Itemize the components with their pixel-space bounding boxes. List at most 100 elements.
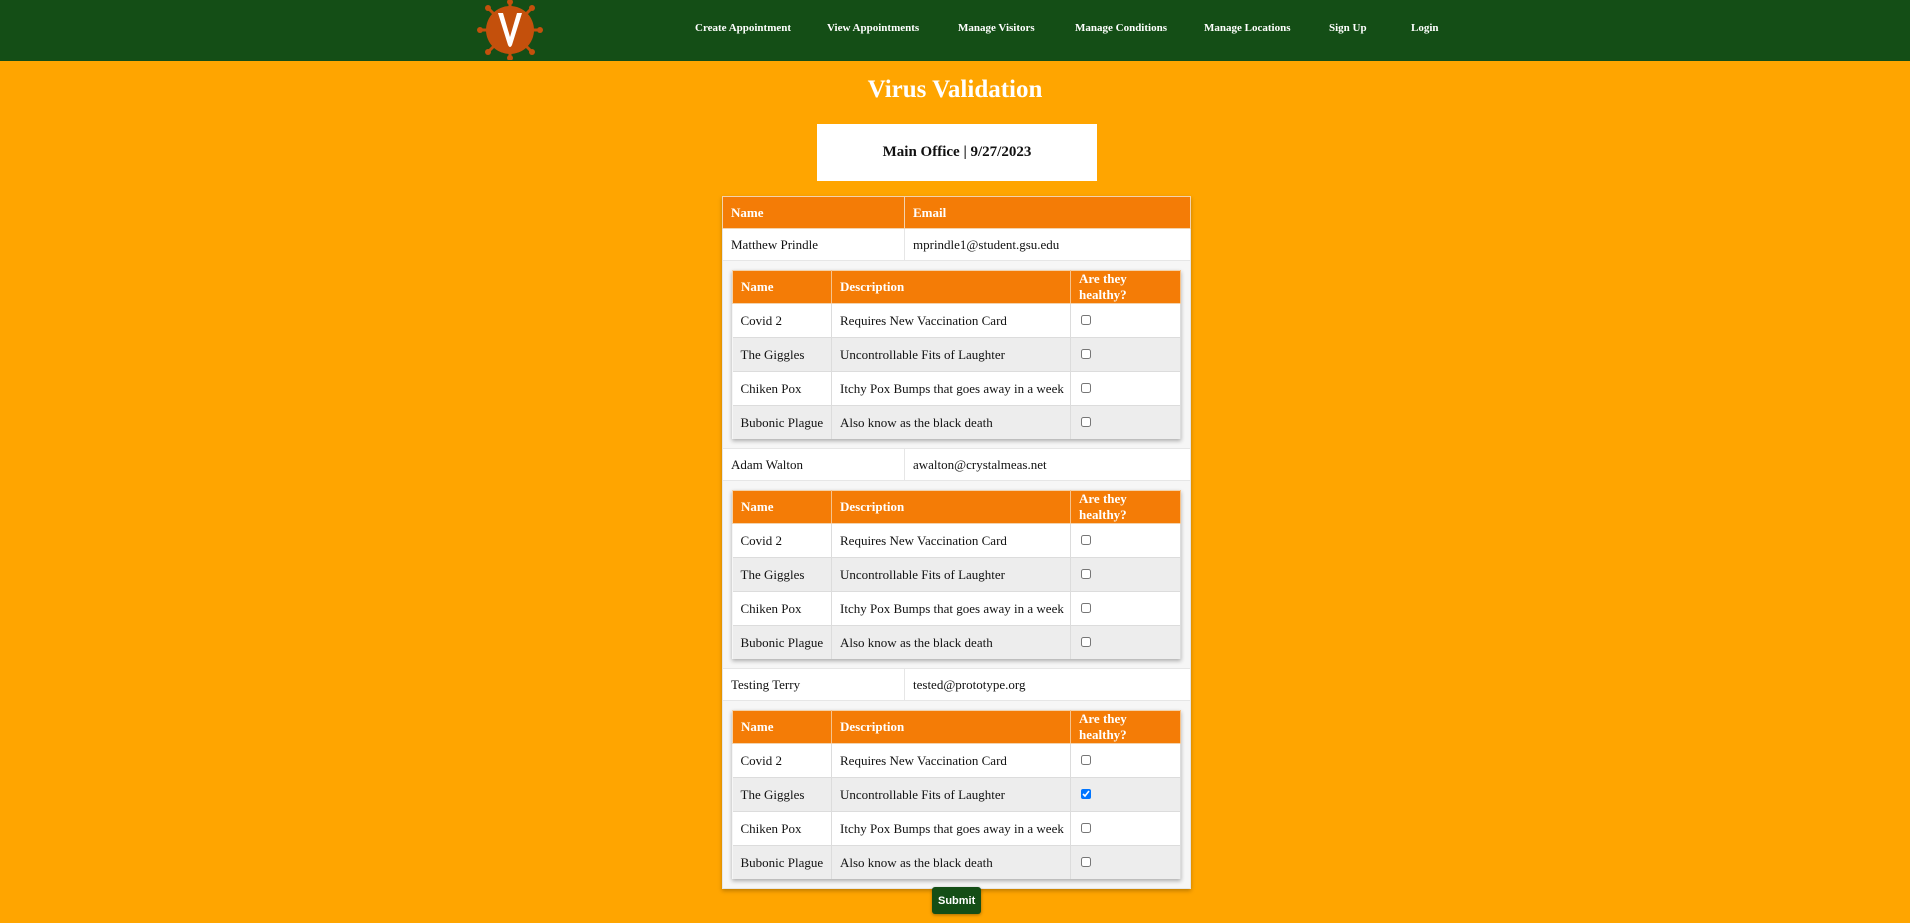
healthy-checkbox[interactable] [1081, 314, 1091, 325]
condition-row: Bubonic Plague Also know as the black dea… [732, 845, 1181, 879]
conditions-col-name: Name [732, 270, 832, 304]
condition-description: Itchy Pox Bumps that goes away in a week [831, 371, 1071, 406]
healthy-checkbox[interactable] [1081, 788, 1091, 799]
conditions-col-description: Description [831, 710, 1071, 744]
visitor-email: awalton@crystalmeas.net [904, 448, 1191, 481]
healthy-cell [1070, 743, 1181, 778]
condition-description: Itchy Pox Bumps that goes away in a week [831, 811, 1071, 846]
conditions-header-row: Name Description Are they healthy? [732, 710, 1181, 744]
healthy-checkbox[interactable] [1081, 602, 1091, 613]
visitor-conditions-row: Name Description Are they healthy? Covid 2R… [722, 700, 1191, 889]
condition-description: Itchy Pox Bumps that goes away in a week [831, 591, 1071, 626]
condition-name: Covid 2 [732, 303, 832, 338]
healthy-checkbox[interactable] [1081, 636, 1091, 647]
healthy-cell [1070, 811, 1181, 846]
conditions-wrapper: Name Description Are they healthy? Covid 2R… [722, 260, 1191, 449]
visitors-col-name: Name [722, 196, 905, 229]
conditions-col-description: Description [831, 490, 1071, 524]
conditions-col-healthy: Are they healthy? [1070, 490, 1181, 524]
conditions-col-healthy: Are they healthy? [1070, 270, 1181, 304]
condition-name: The Giggles [732, 337, 832, 372]
condition-name: The Giggles [732, 557, 832, 592]
visitor-email: mprindle1@student.gsu.edu [904, 228, 1191, 261]
nav-sign-up[interactable]: Sign Up [1329, 22, 1367, 34]
nav-view-appointments[interactable]: View Appointments [827, 22, 919, 34]
nav-manage-locations[interactable]: Manage Locations [1204, 22, 1290, 34]
healthy-checkbox[interactable] [1081, 822, 1091, 833]
conditions-table: Name Description Are they healthy? Covid 2R… [732, 710, 1181, 879]
condition-name: The Giggles [732, 777, 832, 812]
conditions-header-row: Name Description Are they healthy? [732, 270, 1181, 304]
visitors-header-row: Name Email [722, 196, 1191, 229]
healthy-cell [1070, 405, 1181, 439]
condition-row: Chiken Pox Itchy Pox Bumps that goes away… [732, 591, 1181, 626]
condition-name: Bubonic Plague [732, 405, 832, 439]
condition-name: Bubonic Plague [732, 625, 832, 659]
healthy-checkbox[interactable] [1081, 856, 1091, 867]
nav-login[interactable]: Login [1411, 22, 1439, 34]
healthy-cell [1070, 337, 1181, 372]
condition-description: Also know as the black death [831, 625, 1071, 659]
condition-row: The Giggles Uncontrollable Fits of Laught… [732, 337, 1181, 372]
visitor-row: Adam Walton awalton@crystalmeas.net [722, 448, 1191, 481]
condition-row: Chiken Pox Itchy Pox Bumps that goes away… [732, 811, 1181, 846]
nav-create-appointment[interactable]: Create Appointment [695, 22, 791, 34]
office-date-text: Main Office | 9/27/2023 [882, 144, 1032, 160]
visitors-table: Name Email Matthew Prindle mprindle1@stud… [722, 196, 1191, 889]
healthy-cell [1070, 557, 1181, 592]
visitor-row: Matthew Prindle mprindle1@student.gsu.edu [722, 228, 1191, 261]
visitor-name: Matthew Prindle [722, 228, 905, 261]
condition-row: Covid 2 Requires New Vaccination Card [732, 303, 1181, 338]
healthy-cell [1070, 845, 1181, 879]
conditions-table: Name Description Are they healthy? Covid 2R… [732, 490, 1181, 659]
condition-name: Chiken Pox [732, 591, 832, 626]
submit-button[interactable]: Submit [932, 887, 981, 914]
page-title: Virus Validation [867, 76, 1043, 103]
condition-description: Uncontrollable Fits of Laughter [831, 557, 1071, 592]
condition-name: Chiken Pox [732, 811, 832, 846]
condition-row: The Giggles Uncontrollable Fits of Laught… [732, 557, 1181, 592]
nav-manage-conditions[interactable]: Manage Conditions [1075, 22, 1167, 34]
conditions-col-name: Name [732, 710, 832, 744]
office-date-header: Main Office | 9/27/2023 [817, 124, 1097, 181]
condition-name: Covid 2 [732, 523, 832, 558]
nav-links: Create Appointment View Appointments Man… [0, 0, 1910, 61]
healthy-checkbox[interactable] [1081, 348, 1091, 359]
healthy-cell [1070, 523, 1181, 558]
top-navbar: Create Appointment View Appointments Man… [0, 0, 1910, 61]
conditions-col-description: Description [831, 270, 1071, 304]
healthy-checkbox[interactable] [1081, 416, 1091, 427]
condition-row: Bubonic Plague Also know as the black dea… [732, 405, 1181, 439]
healthy-checkbox[interactable] [1081, 534, 1091, 545]
conditions-header-row: Name Description Are they healthy? [732, 490, 1181, 524]
healthy-checkbox[interactable] [1081, 568, 1091, 579]
condition-row: Chiken Pox Itchy Pox Bumps that goes away… [732, 371, 1181, 406]
condition-description: Also know as the black death [831, 845, 1071, 879]
conditions-col-name: Name [732, 490, 832, 524]
visitors-col-email: Email [904, 196, 1191, 229]
condition-description: Uncontrollable Fits of Laughter [831, 777, 1071, 812]
condition-name: Chiken Pox [732, 371, 832, 406]
visitor-conditions-row: Name Description Are they healthy? Covid 2R… [722, 480, 1191, 669]
visitors-body: Matthew Prindle mprindle1@student.gsu.edu… [722, 228, 1191, 889]
healthy-cell [1070, 777, 1181, 812]
condition-description: Also know as the black death [831, 405, 1071, 439]
condition-name: Bubonic Plague [732, 845, 832, 879]
visitor-name: Testing Terry [722, 668, 905, 701]
condition-description: Requires New Vaccination Card [831, 743, 1071, 778]
healthy-checkbox[interactable] [1081, 382, 1091, 393]
condition-description: Uncontrollable Fits of Laughter [831, 337, 1071, 372]
healthy-cell [1070, 625, 1181, 659]
conditions-wrapper: Name Description Are they healthy? Covid 2R… [722, 700, 1191, 889]
healthy-cell [1070, 371, 1181, 406]
visitor-name: Adam Walton [722, 448, 905, 481]
visitor-email: tested@prototype.org [904, 668, 1191, 701]
nav-manage-visitors[interactable]: Manage Visitors [958, 22, 1035, 34]
condition-row: The Giggles Uncontrollable Fits of Laught… [732, 777, 1181, 812]
healthy-cell [1070, 591, 1181, 626]
condition-row: Covid 2 Requires New Vaccination Card [732, 523, 1181, 558]
conditions-wrapper: Name Description Are they healthy? Covid 2R… [722, 480, 1191, 669]
visitors-card: Name Email Matthew Prindle mprindle1@stud… [722, 196, 1191, 889]
healthy-checkbox[interactable] [1081, 754, 1091, 765]
condition-row: Covid 2 Requires New Vaccination Card [732, 743, 1181, 778]
